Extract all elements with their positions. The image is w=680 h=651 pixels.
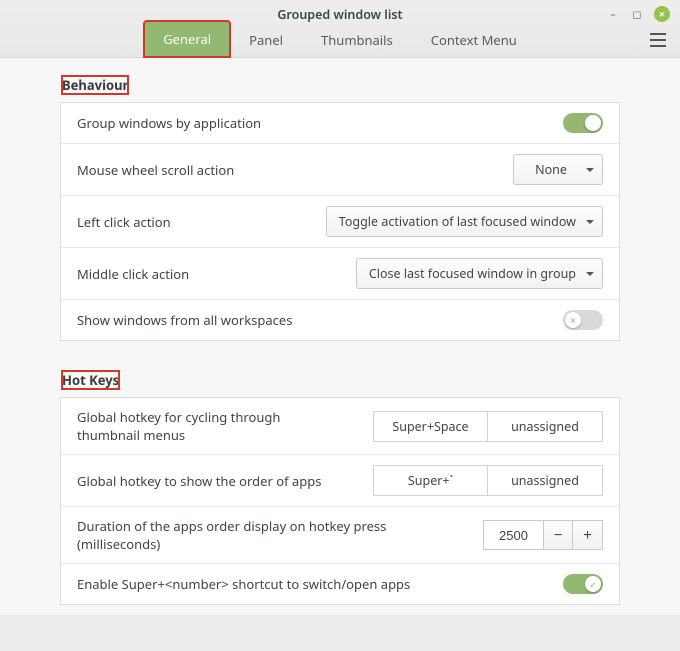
label-show-all-workspaces: Show windows from all workspaces — [77, 311, 563, 329]
hotkey-show-order-secondary[interactable]: unassigned — [488, 465, 603, 496]
dropdown-mouse-wheel[interactable]: None — [513, 154, 603, 185]
label-super-num: Enable Super+<number> shortcut to switch… — [77, 575, 563, 593]
panel-hotkeys: Global hotkey for cycling through thumbn… — [60, 397, 620, 605]
tab-thumbnails[interactable]: Thumbnails — [302, 22, 412, 57]
toggle-super-num[interactable] — [563, 574, 603, 594]
section-title-behaviour: Behaviour — [62, 76, 128, 94]
row-group-windows: Group windows by application — [61, 103, 619, 144]
tab-context-menu[interactable]: Context Menu — [412, 22, 536, 57]
tab-panel[interactable]: Panel — [230, 22, 302, 57]
close-button[interactable]: × — [654, 6, 670, 22]
input-duration[interactable] — [483, 520, 543, 550]
dropdown-left-click[interactable]: Toggle activation of last focused window — [326, 206, 603, 237]
row-hotkey-cycle-thumb: Global hotkey for cycling through thumbn… — [61, 398, 619, 455]
maximize-button[interactable]: ◻ — [630, 7, 644, 21]
titlebar: Grouped window list – ◻ × General Panel … — [0, 0, 680, 58]
label-middle-click: Middle click action — [77, 265, 356, 283]
label-hotkey-cycle-thumb: Global hotkey for cycling through thumbn… — [77, 408, 307, 444]
hotkey-pair-show-order: Super+` unassigned — [373, 465, 603, 496]
row-hotkey-show-order: Global hotkey to show the order of apps … — [61, 455, 619, 507]
settings-body: Behaviour Group windows by application M… — [0, 58, 680, 651]
hotkey-show-order-primary[interactable]: Super+` — [373, 465, 488, 496]
tab-bar: General Panel Thumbnails Context Menu — [0, 21, 680, 57]
toggle-group-windows[interactable] — [563, 113, 603, 133]
settings-window: Grouped window list – ◻ × General Panel … — [0, 0, 680, 615]
hotkey-pair-cycle-thumb: Super+Space unassigned — [373, 411, 603, 442]
hotkey-cycle-thumb-secondary[interactable]: unassigned — [488, 411, 603, 442]
row-show-all-workspaces: Show windows from all workspaces — [61, 300, 619, 340]
label-hotkey-show-order: Global hotkey to show the order of apps — [77, 472, 373, 490]
duration-decrement-button[interactable]: − — [543, 520, 573, 550]
dropdown-middle-click[interactable]: Close last focused window in group — [356, 258, 603, 289]
panel-behaviour: Group windows by application Mouse wheel… — [60, 102, 620, 341]
tab-general[interactable]: General — [144, 21, 230, 57]
window-controls: – ◻ × — [606, 6, 670, 22]
hamburger-menu-icon[interactable] — [650, 33, 666, 47]
stepper-duration: − + — [483, 520, 603, 550]
row-duration: Duration of the apps order display on ho… — [61, 507, 619, 564]
toggle-show-all-workspaces[interactable] — [563, 310, 603, 330]
hotkey-cycle-thumb-primary[interactable]: Super+Space — [373, 411, 488, 442]
section-title-hotkeys: Hot Keys — [62, 371, 119, 389]
label-duration: Duration of the apps order display on ho… — [77, 517, 483, 553]
row-super-num: Enable Super+<number> shortcut to switch… — [61, 564, 619, 604]
label-left-click: Left click action — [77, 213, 326, 231]
label-group-windows: Group windows by application — [77, 114, 563, 132]
row-mouse-wheel: Mouse wheel scroll action None — [61, 144, 619, 196]
row-middle-click: Middle click action Close last focused w… — [61, 248, 619, 300]
row-left-click: Left click action Toggle activation of l… — [61, 196, 619, 248]
duration-increment-button[interactable]: + — [573, 520, 603, 550]
minimize-button[interactable]: – — [606, 7, 620, 21]
label-mouse-wheel: Mouse wheel scroll action — [77, 161, 513, 179]
